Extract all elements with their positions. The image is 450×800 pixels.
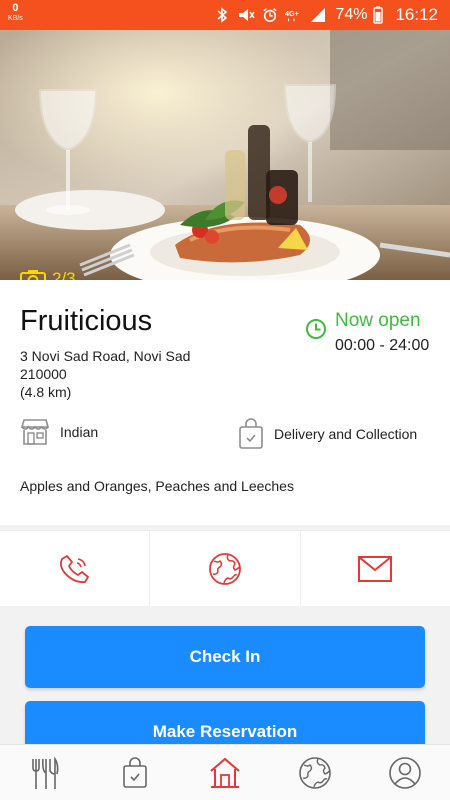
network-speed-unit: KB/s [8,15,23,22]
clock-time: 16:12 [395,5,438,24]
alarm-icon [263,8,278,23]
open-status-label: Now open [335,310,421,331]
postal-code: 210000 [20,366,67,382]
restaurant-icon [32,755,59,789]
battery-percentage: 74% [335,6,368,23]
contact-actions [0,530,450,606]
service-label: Delivery and Collection [274,426,418,442]
bag-icon [123,756,147,788]
clock-icon [306,319,326,339]
opening-hours: 00:00 - 24:00 [335,337,430,354]
restaurant-photo-illustration [0,30,450,280]
email-button[interactable] [301,531,450,606]
cuisine-info: Indian [20,418,98,446]
service-info: Delivery and Collection [238,418,417,450]
nav-restaurants[interactable] [0,745,90,800]
nav-profile[interactable] [360,745,450,800]
photo-counter: 2/3 [20,269,76,280]
mail-icon [358,555,393,582]
phone-icon [59,554,89,583]
globe-icon [299,756,331,789]
status-bar: 0 KB/s 4G+ 74% 16:12 [0,0,450,30]
distance: (4.8 km) [20,384,72,400]
mute-icon [239,9,256,21]
store-icon [20,419,50,445]
restaurant-name: Fruiticious [20,305,153,337]
bluetooth-icon [217,7,228,23]
photo-counter-text: 2/3 [52,269,76,280]
cuisine-label: Indian [60,424,99,440]
user-icon [389,756,421,789]
globe-icon [209,552,241,585]
camera-icon [20,270,46,280]
network-speed: 0 KB/s [8,3,23,23]
call-button[interactable] [0,531,151,606]
check-in-button[interactable]: Check In [25,626,425,688]
signal-icon [311,8,326,22]
shopping-bag-icon [239,418,263,449]
home-icon [210,757,240,788]
nav-explore[interactable] [270,745,360,800]
website-button[interactable] [150,531,301,606]
restaurant-description: Apples and Oranges, Peaches and Leeches [20,478,294,494]
battery-icon [373,6,384,24]
nav-home[interactable] [180,745,270,800]
restaurant-address: 3 Novi Sad Road, Novi Sad 210000 (4.8 km… [20,347,190,401]
address-line: 3 Novi Sad Road, Novi Sad [20,348,191,364]
bottom-navigation [0,744,450,800]
nav-orders[interactable] [90,745,180,800]
svg-text:4G+: 4G+ [285,9,299,18]
restaurant-photo[interactable]: 2/3 [0,30,450,280]
network-speed-value: 0 [12,2,19,14]
4g-icon: 4G+ [285,9,299,22]
